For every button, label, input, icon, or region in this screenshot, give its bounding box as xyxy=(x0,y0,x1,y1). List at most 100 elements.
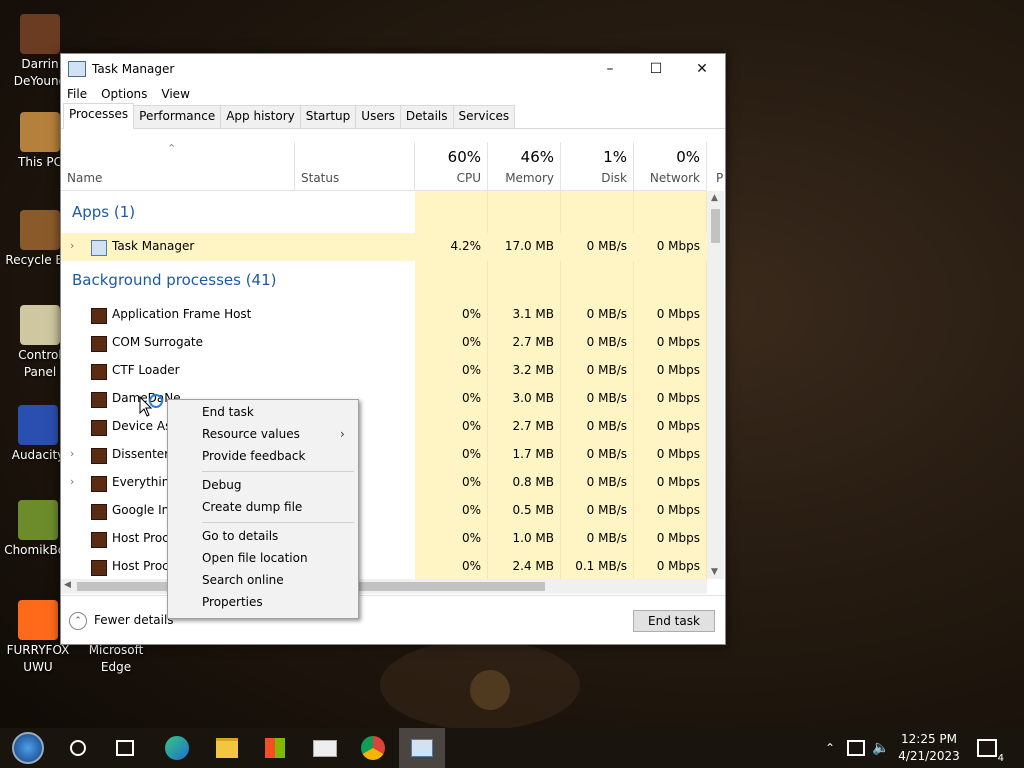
scroll-up-icon[interactable]: ▲ xyxy=(711,193,718,203)
scroll-left-icon[interactable]: ◀ xyxy=(64,580,71,590)
app-frame-icon xyxy=(91,308,107,324)
process-cpu: 0% xyxy=(461,335,481,349)
column-disk[interactable]: 1% Disk xyxy=(561,142,634,190)
clock[interactable]: 12:25 PM 4/21/2023 xyxy=(896,731,962,765)
show-hidden-icons-button[interactable]: ⌃ xyxy=(820,728,840,768)
process-row[interactable]: Host Proc 0% 1.0 MB 0 MB/s 0 Mbps xyxy=(61,525,707,553)
column-status[interactable]: Status xyxy=(294,142,415,190)
process-row[interactable]: › Dissenter 0% 1.7 MB 0 MB/s 0 Mbps xyxy=(61,441,707,469)
file-explorer-button[interactable] xyxy=(210,728,244,768)
ctx-resource-values[interactable]: Resource values xyxy=(202,427,300,441)
column-cpu[interactable]: 60% CPU xyxy=(415,142,488,190)
vertical-scrollbar[interactable]: ▲ ▼ xyxy=(707,191,724,579)
task-view-button[interactable] xyxy=(108,728,142,768)
tab-users[interactable]: Users xyxy=(355,105,401,128)
file-explorer-icon xyxy=(216,738,238,758)
host-process-icon xyxy=(91,532,107,548)
tab-processes[interactable]: Processes xyxy=(63,103,135,129)
process-name: Host Proc xyxy=(112,559,169,573)
tab-performance[interactable]: Performance xyxy=(133,105,222,128)
mail-button[interactable] xyxy=(308,728,342,768)
tab-app-history[interactable]: App history xyxy=(220,105,301,128)
menu-view[interactable]: View xyxy=(161,87,189,101)
column-memory[interactable]: 46% Memory xyxy=(488,142,561,190)
maximize-button[interactable]: ☐ xyxy=(633,54,679,84)
minimize-button[interactable]: – xyxy=(587,54,633,84)
process-mem: 2.7 MB xyxy=(512,335,554,349)
start-icon xyxy=(12,732,44,764)
close-button[interactable]: ✕ xyxy=(679,54,725,84)
process-disk: 0 MB/s xyxy=(586,447,627,461)
column-power[interactable]: P xyxy=(716,171,723,185)
ctx-provide-feedback[interactable]: Provide feedback xyxy=(202,449,305,463)
vertical-scroll-thumb[interactable] xyxy=(711,209,720,243)
process-row[interactable]: Application Frame Host 0% 3.1 MB 0 MB/s 0 Mb… xyxy=(61,301,707,329)
ctf-loader-icon xyxy=(91,364,107,380)
edge-icon xyxy=(165,736,189,760)
process-name: Device As xyxy=(112,419,172,433)
volume-tray-button[interactable]: 🔈 xyxy=(870,728,892,768)
edge-taskbar-button[interactable] xyxy=(160,728,194,768)
menu-file[interactable]: File xyxy=(67,87,87,101)
ctx-open-file-location[interactable]: Open file location xyxy=(202,551,308,565)
process-row[interactable]: Google Ins 0% 0.5 MB 0 MB/s 0 Mbps xyxy=(61,497,707,525)
process-disk: 0 MB/s xyxy=(586,335,627,349)
process-mem: 0.8 MB xyxy=(512,475,554,489)
process-disk: 0 MB/s xyxy=(586,391,627,405)
task-manager-taskbar-button[interactable] xyxy=(399,728,445,768)
task-manager-window: Task Manager – ☐ ✕ File Options View Pro… xyxy=(60,53,726,645)
process-net: 0 Mbps xyxy=(656,307,700,321)
action-center-button[interactable]: 4 xyxy=(972,728,1004,768)
fewer-details-link[interactable]: Fewer details xyxy=(94,613,174,627)
ctx-debug[interactable]: Debug xyxy=(202,478,241,492)
expand-chevron-icon[interactable]: › xyxy=(70,447,74,460)
tab-details[interactable]: Details xyxy=(399,105,454,128)
process-row[interactable]: › Task Manager 4.2% 17.0 MB 0 MB/s 0 Mbps xyxy=(61,233,707,261)
title-bar[interactable]: Task Manager – ☐ ✕ xyxy=(61,54,725,84)
footer-bar: ⌃ Fewer details End task xyxy=(61,595,725,644)
cortana-button[interactable] xyxy=(62,728,94,768)
task-manager-icon xyxy=(91,240,107,256)
column-network[interactable]: 0% Network xyxy=(634,142,707,190)
computer-icon xyxy=(20,112,60,152)
start-button[interactable] xyxy=(0,728,56,768)
end-task-button[interactable]: End task xyxy=(633,610,715,632)
scroll-down-icon[interactable]: ▼ xyxy=(711,567,718,577)
chrome-button[interactable] xyxy=(356,728,390,768)
process-row[interactable]: Host Proc 0% 2.4 MB 0.1 MB/s 0 Mbps xyxy=(61,553,707,579)
horizontal-scrollbar[interactable]: ◀ xyxy=(61,579,707,594)
ctx-properties[interactable]: Properties xyxy=(202,595,263,609)
column-name[interactable]: ⌃ Name xyxy=(61,142,295,190)
process-net: 0 Mbps xyxy=(656,559,700,573)
context-menu: End task Resource values › Provide feedb… xyxy=(167,399,359,619)
menu-options[interactable]: Options xyxy=(101,87,147,101)
process-row[interactable]: Device As 0% 2.7 MB 0 MB/s 0 Mbps xyxy=(61,413,707,441)
process-cpu: 4.2% xyxy=(450,239,482,253)
network-tray-button[interactable] xyxy=(845,728,867,768)
process-row[interactable]: CTF Loader 0% 3.2 MB 0 MB/s 0 Mbps xyxy=(61,357,707,385)
expand-chevron-icon[interactable]: › xyxy=(70,239,74,252)
tab-startup[interactable]: Startup xyxy=(299,105,357,128)
firefox-icon xyxy=(18,600,58,640)
ctx-go-to-details[interactable]: Go to details xyxy=(202,529,278,543)
ctx-search-online[interactable]: Search online xyxy=(202,573,284,587)
tab-services[interactable]: Services xyxy=(452,105,516,128)
ctx-create-dump-file[interactable]: Create dump file xyxy=(202,500,302,514)
collapse-up-icon[interactable]: ⌃ xyxy=(69,612,87,630)
audacity-icon xyxy=(18,405,58,445)
process-disk: 0.1 MB/s xyxy=(575,559,627,573)
process-net: 0 Mbps xyxy=(656,531,700,545)
process-name: Application Frame Host xyxy=(112,307,252,321)
store-button[interactable] xyxy=(258,728,292,768)
expand-chevron-icon[interactable]: › xyxy=(70,475,74,488)
busy-spinner-icon xyxy=(149,394,163,408)
ctx-end-task[interactable]: End task xyxy=(202,405,254,419)
notification-count: 4 xyxy=(997,753,1004,764)
menu-bar: File Options View xyxy=(61,84,725,104)
recycle-bin-icon xyxy=(20,210,60,250)
process-cpu: 0% xyxy=(461,559,481,573)
process-row[interactable]: COM Surrogate 0% 2.7 MB 0 MB/s 0 Mbps xyxy=(61,329,707,357)
process-row[interactable]: › Everything 0% 0.8 MB 0 MB/s 0 Mbps xyxy=(61,469,707,497)
process-net: 0 Mbps xyxy=(656,239,700,253)
notification-icon: 4 xyxy=(977,739,1004,764)
